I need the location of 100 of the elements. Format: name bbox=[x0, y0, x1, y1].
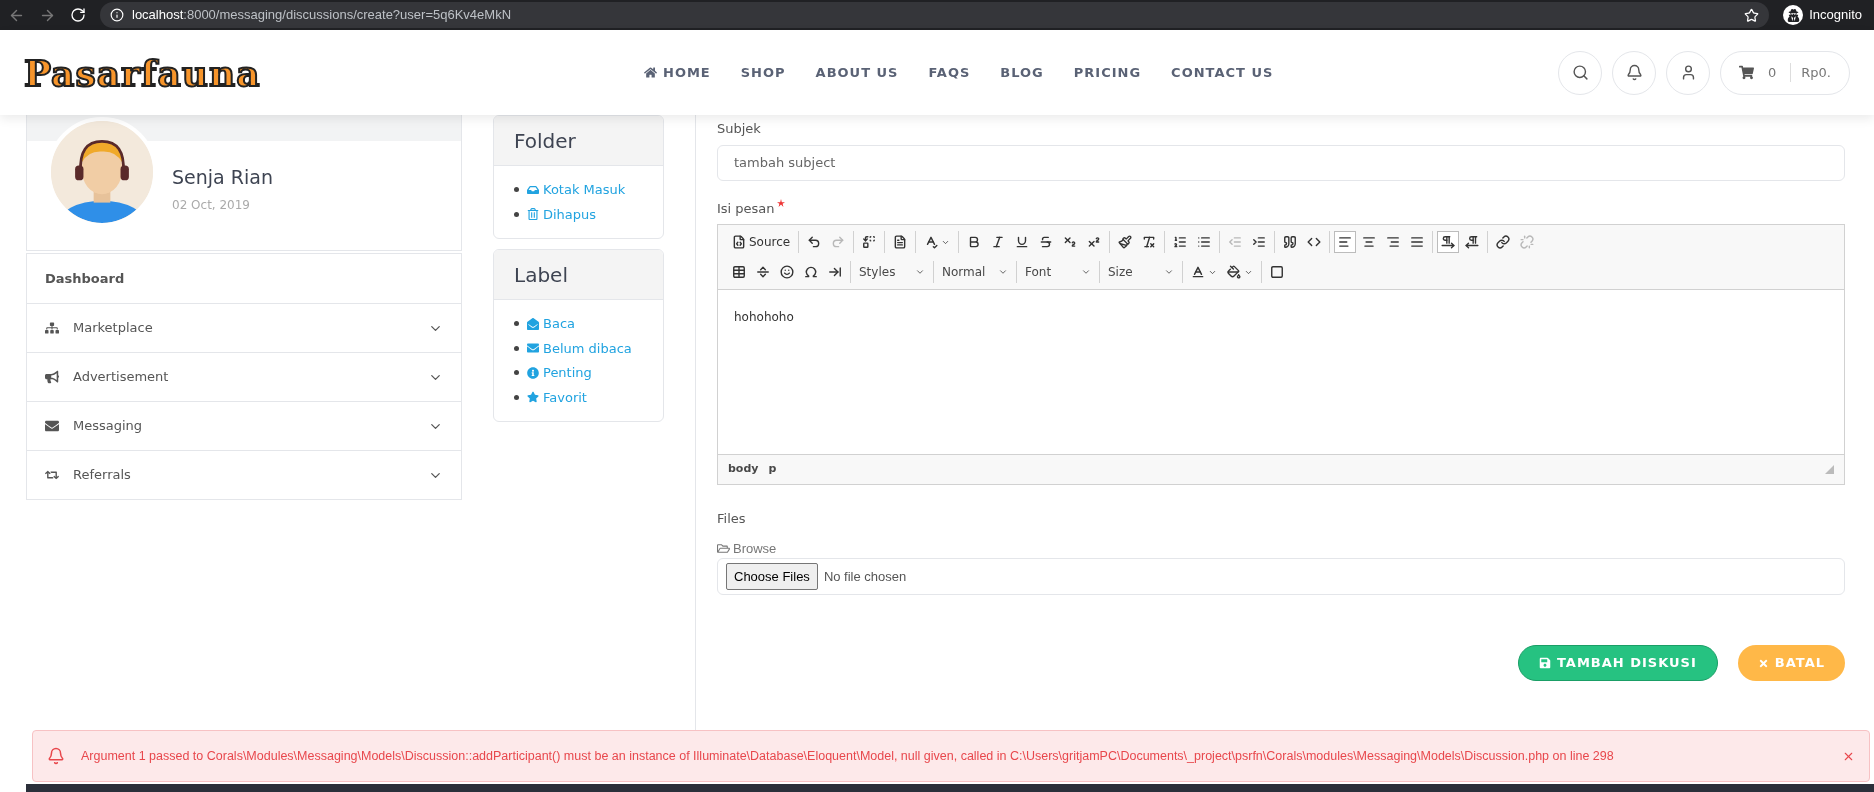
cart-count: 0 bbox=[1768, 63, 1777, 82]
unlink-icon bbox=[1520, 235, 1535, 249]
cart-total: Rp0. bbox=[1790, 62, 1831, 83]
nav-link[interactable]: ABOUT US bbox=[815, 62, 899, 83]
bookmark-icon[interactable] bbox=[1744, 7, 1760, 23]
info-icon bbox=[527, 366, 539, 379]
align-left-button[interactable] bbox=[1334, 231, 1357, 253]
close-icon bbox=[1757, 657, 1769, 669]
background-color-icon bbox=[1227, 265, 1241, 279]
clear-format-icon bbox=[1142, 235, 1157, 249]
rtl-icon bbox=[1465, 235, 1480, 249]
undo-icon bbox=[807, 235, 822, 249]
field-label: Isi pesan bbox=[717, 198, 1845, 218]
justify-icon bbox=[1410, 235, 1425, 249]
paintbrush-icon bbox=[1118, 235, 1133, 249]
profile-chip[interactable]: Incognito bbox=[1783, 5, 1866, 25]
bullet-list-icon bbox=[1197, 235, 1212, 249]
field-label: Subjek bbox=[717, 120, 762, 138]
profile-name: Senja Rian bbox=[172, 165, 274, 190]
indent-icon bbox=[1252, 235, 1267, 249]
quote-icon bbox=[1283, 235, 1298, 249]
strikethrough-icon bbox=[1039, 235, 1054, 249]
toolbar-dropdown[interactable]: Normal bbox=[938, 261, 1012, 283]
source-button[interactable]: Source bbox=[728, 231, 795, 253]
caret-icon bbox=[1081, 267, 1091, 277]
incognito-icon bbox=[1783, 5, 1804, 25]
info-icon bbox=[110, 8, 124, 22]
home-icon bbox=[644, 66, 657, 79]
ltr-button[interactable] bbox=[1437, 231, 1460, 253]
smiley-icon bbox=[780, 265, 794, 279]
megaphone-icon bbox=[45, 370, 59, 384]
sitemap-icon bbox=[45, 321, 59, 335]
open-envelope-icon bbox=[527, 317, 539, 330]
nav-link[interactable]: HOME bbox=[644, 62, 711, 83]
envelope-icon bbox=[527, 342, 539, 355]
editor-content[interactable]: hohohoho bbox=[718, 290, 1844, 454]
text-color-icon bbox=[1191, 265, 1205, 279]
save-icon bbox=[1539, 657, 1551, 669]
show-blocks-icon bbox=[1270, 265, 1284, 279]
sidebar-item[interactable]: Dashboard bbox=[27, 254, 461, 303]
omega-icon bbox=[804, 265, 818, 279]
horizontal-line-icon bbox=[756, 265, 770, 279]
caret-icon bbox=[1164, 267, 1174, 277]
table-icon bbox=[732, 265, 746, 279]
cart-icon bbox=[1739, 65, 1754, 80]
sidebar-item[interactable]: Advertisement bbox=[27, 352, 461, 401]
browse-label: Browse bbox=[717, 538, 1845, 558]
replace-icon bbox=[862, 235, 877, 249]
sidebar-item[interactable]: Messaging bbox=[27, 401, 461, 450]
redo-icon bbox=[831, 235, 846, 249]
trash-icon bbox=[527, 208, 539, 221]
nav-link[interactable]: FAQS bbox=[928, 62, 971, 83]
toolbar-dropdown[interactable]: Styles bbox=[855, 261, 929, 283]
ltr-icon bbox=[1441, 235, 1456, 249]
alert-message: Argument 1 passed to Corals\Modules\Messaging\Models\Discussion::addParticipant() must be an instance of Illuminate\Database\Eloquent\Model, null given, called in C:\Users\gritjamPC\Documents\_project\psrfn\Corals\modules\Messaging\Models\Discussion.php on line 298 bbox=[81, 747, 1615, 765]
nav-link[interactable]: CONTACT US bbox=[1171, 62, 1274, 83]
align-center-icon bbox=[1362, 235, 1377, 249]
inbox-icon bbox=[527, 183, 539, 196]
profile-date: 02 Oct, 2019 bbox=[172, 196, 251, 214]
card-title: Folder bbox=[514, 127, 576, 155]
field-label: Files bbox=[717, 510, 747, 528]
toolbar-dropdown[interactable]: Size bbox=[1104, 261, 1178, 283]
toolbar-dropdown[interactable]: Font bbox=[1021, 261, 1095, 283]
nav-link[interactable]: PRICING bbox=[1073, 62, 1142, 83]
reload-icon[interactable] bbox=[70, 7, 86, 23]
align-right-icon bbox=[1386, 235, 1401, 249]
card-title: Label bbox=[514, 261, 568, 289]
sidebar-item[interactable]: Marketplace bbox=[27, 303, 461, 352]
numbered-list-icon bbox=[1173, 235, 1188, 249]
star-icon bbox=[527, 391, 539, 404]
repeat-icon bbox=[45, 468, 59, 482]
file-field[interactable]: Choose Files No file chosen bbox=[717, 558, 1845, 595]
sidebar-item[interactable]: Referrals bbox=[27, 450, 461, 499]
caret-icon bbox=[998, 267, 1008, 277]
logo[interactable]: Pasarfauna bbox=[24, 45, 644, 100]
nav-link[interactable]: BLOG bbox=[1000, 62, 1044, 83]
div-icon bbox=[1307, 235, 1322, 249]
underline-icon bbox=[1015, 235, 1030, 249]
envelope-icon bbox=[45, 419, 59, 433]
bold-icon bbox=[967, 235, 982, 249]
address-bar[interactable]: localhost:8000/messaging/discussions/create?user=5q6Kv4eMkN bbox=[100, 2, 1770, 28]
page-break-icon bbox=[828, 265, 842, 279]
nav-link[interactable]: SHOP bbox=[740, 62, 786, 83]
element-path[interactable]: p bbox=[768, 461, 777, 478]
search-icon bbox=[1571, 64, 1589, 81]
superscript-icon bbox=[1087, 235, 1102, 249]
subject-field[interactable]: tambah subject bbox=[717, 144, 1845, 181]
url-text: localhost:8000/messaging/discussions/create?user=5q6Kv4eMkN bbox=[132, 6, 512, 25]
caret-icon bbox=[915, 267, 925, 277]
bell-icon bbox=[47, 747, 65, 765]
folder-icon bbox=[717, 541, 730, 555]
link-icon bbox=[1496, 235, 1511, 249]
element-path[interactable]: body bbox=[728, 461, 759, 478]
outdent-icon bbox=[1228, 235, 1243, 249]
select-all-icon bbox=[893, 235, 908, 249]
resize-handle-icon[interactable] bbox=[1825, 465, 1834, 474]
choose-files-button[interactable]: Choose Files bbox=[726, 563, 818, 590]
file-status: No file chosen bbox=[823, 567, 907, 586]
bell-icon bbox=[1625, 64, 1643, 81]
source-icon bbox=[732, 235, 746, 249]
